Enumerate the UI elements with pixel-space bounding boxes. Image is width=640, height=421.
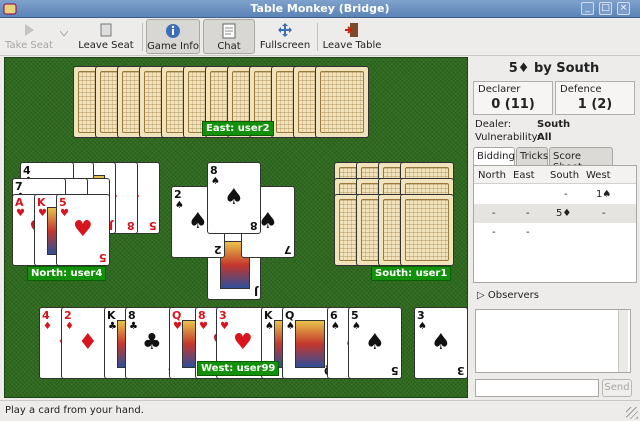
toolbar-separator <box>142 23 143 51</box>
col-north[interactable]: North <box>478 170 506 181</box>
toolbar: Take Seat Leave Seat Game Info Chat Full… <box>0 18 640 56</box>
take-seat-button[interactable]: Take Seat <box>4 19 54 54</box>
col-south[interactable]: South <box>550 170 579 181</box>
title-bar: Table Monkey (Bridge) _ □ × <box>0 0 640 18</box>
seat-label-south: South: user1 <box>371 266 452 281</box>
fullscreen-icon <box>278 23 292 37</box>
take-seat-dropdown[interactable] <box>58 19 70 54</box>
col-east[interactable]: East <box>513 170 535 181</box>
declarer-label: Declarer <box>478 84 521 95</box>
playing-card[interactable]: 3 ♠ ♠ 3 <box>414 307 467 379</box>
chat-scrollbar[interactable] <box>618 310 628 372</box>
tab-tricks[interactable]: Tricks <box>516 147 548 166</box>
exit-door-icon <box>345 23 358 37</box>
dealer-label: Dealer: <box>475 119 512 130</box>
chat-input[interactable] <box>475 379 599 397</box>
status-text: Play a card from your hand. <box>5 405 144 416</box>
bid-row[interactable]: - - 5♦ - <box>474 204 636 223</box>
status-bar: Play a card from your hand. <box>0 400 640 421</box>
observers-expander[interactable]: ▷ Observers <box>477 290 539 301</box>
seat-label-north: North: user4 <box>27 266 107 281</box>
dealer-row: Dealer: South <box>475 119 635 130</box>
vulnerability-value: All <box>537 132 552 143</box>
card-table: East: user2 5♦♦58♦♦8J♦J9♦♦94♣♣45♣♣56♣♣67… <box>4 57 468 398</box>
col-west[interactable]: West <box>586 170 611 181</box>
maximize-button[interactable]: □ <box>599 2 612 15</box>
leave-seat-button[interactable]: Leave Seat <box>76 19 136 54</box>
play-arrow-icon <box>25 24 34 36</box>
minimize-button[interactable]: _ <box>581 2 594 15</box>
playing-card[interactable]: 5 ♠ ♠ 5 <box>348 307 402 379</box>
bidding-table: North East South West - 1♠ - - 5♦ - - - <box>473 165 637 283</box>
vulnerability-label: Vulnerability: <box>475 132 541 143</box>
tab-score-sheet[interactable]: Score Sheet <box>549 147 613 173</box>
leave-table-button[interactable]: Leave Table <box>322 19 382 54</box>
seat-label-east: East: user2 <box>202 121 274 136</box>
close-button[interactable]: × <box>617 2 630 15</box>
chevron-down-icon <box>60 31 68 37</box>
dealer-value: South <box>537 119 571 130</box>
seat-label-west: West: user99 <box>197 361 280 376</box>
chat-icon <box>222 23 236 39</box>
vulnerability-row: Vulnerability: All <box>475 132 635 143</box>
defence-box: Defence 1 (2) <box>555 81 635 115</box>
defence-label: Defence <box>560 84 602 95</box>
chat-button[interactable]: Chat <box>203 19 255 54</box>
bid-row[interactable]: - - <box>474 223 636 242</box>
game-info-panel: 5♦ by South Declarer 0 (11) Defence 1 (2… <box>471 57 637 398</box>
fullscreen-button[interactable]: Fullscreen <box>258 19 312 54</box>
card-back <box>315 66 369 138</box>
info-icon <box>166 24 180 38</box>
info-tabs: Bidding Tricks Score Sheet <box>473 147 637 173</box>
card-back <box>400 194 454 266</box>
declarer-tricks: 0 (11) <box>491 97 535 112</box>
playing-card: 5 ♥ ♥ 5 <box>56 194 110 266</box>
toolbar-separator <box>317 23 318 51</box>
declarer-box: Declarer 0 (11) <box>473 81 553 115</box>
expander-arrow-icon: ▷ <box>477 290 485 301</box>
resize-grip-icon[interactable] <box>626 407 638 419</box>
window-title: Table Monkey (Bridge) <box>250 2 390 15</box>
playing-card: 8 ♠ ♠ 8 <box>207 162 261 234</box>
game-info-button[interactable]: Game Info <box>146 19 200 54</box>
defence-tricks: 1 (2) <box>577 97 613 112</box>
bid-row[interactable]: - 1♠ <box>474 185 636 204</box>
send-button[interactable]: Send <box>602 379 632 397</box>
seat-icon <box>100 23 112 37</box>
bidding-header: North East South West <box>474 166 636 184</box>
court-card-picture <box>295 320 325 368</box>
chat-log[interactable] <box>475 309 631 373</box>
contract-text: 5♦ by South <box>508 61 600 76</box>
tab-bidding[interactable]: Bidding <box>473 147 515 167</box>
